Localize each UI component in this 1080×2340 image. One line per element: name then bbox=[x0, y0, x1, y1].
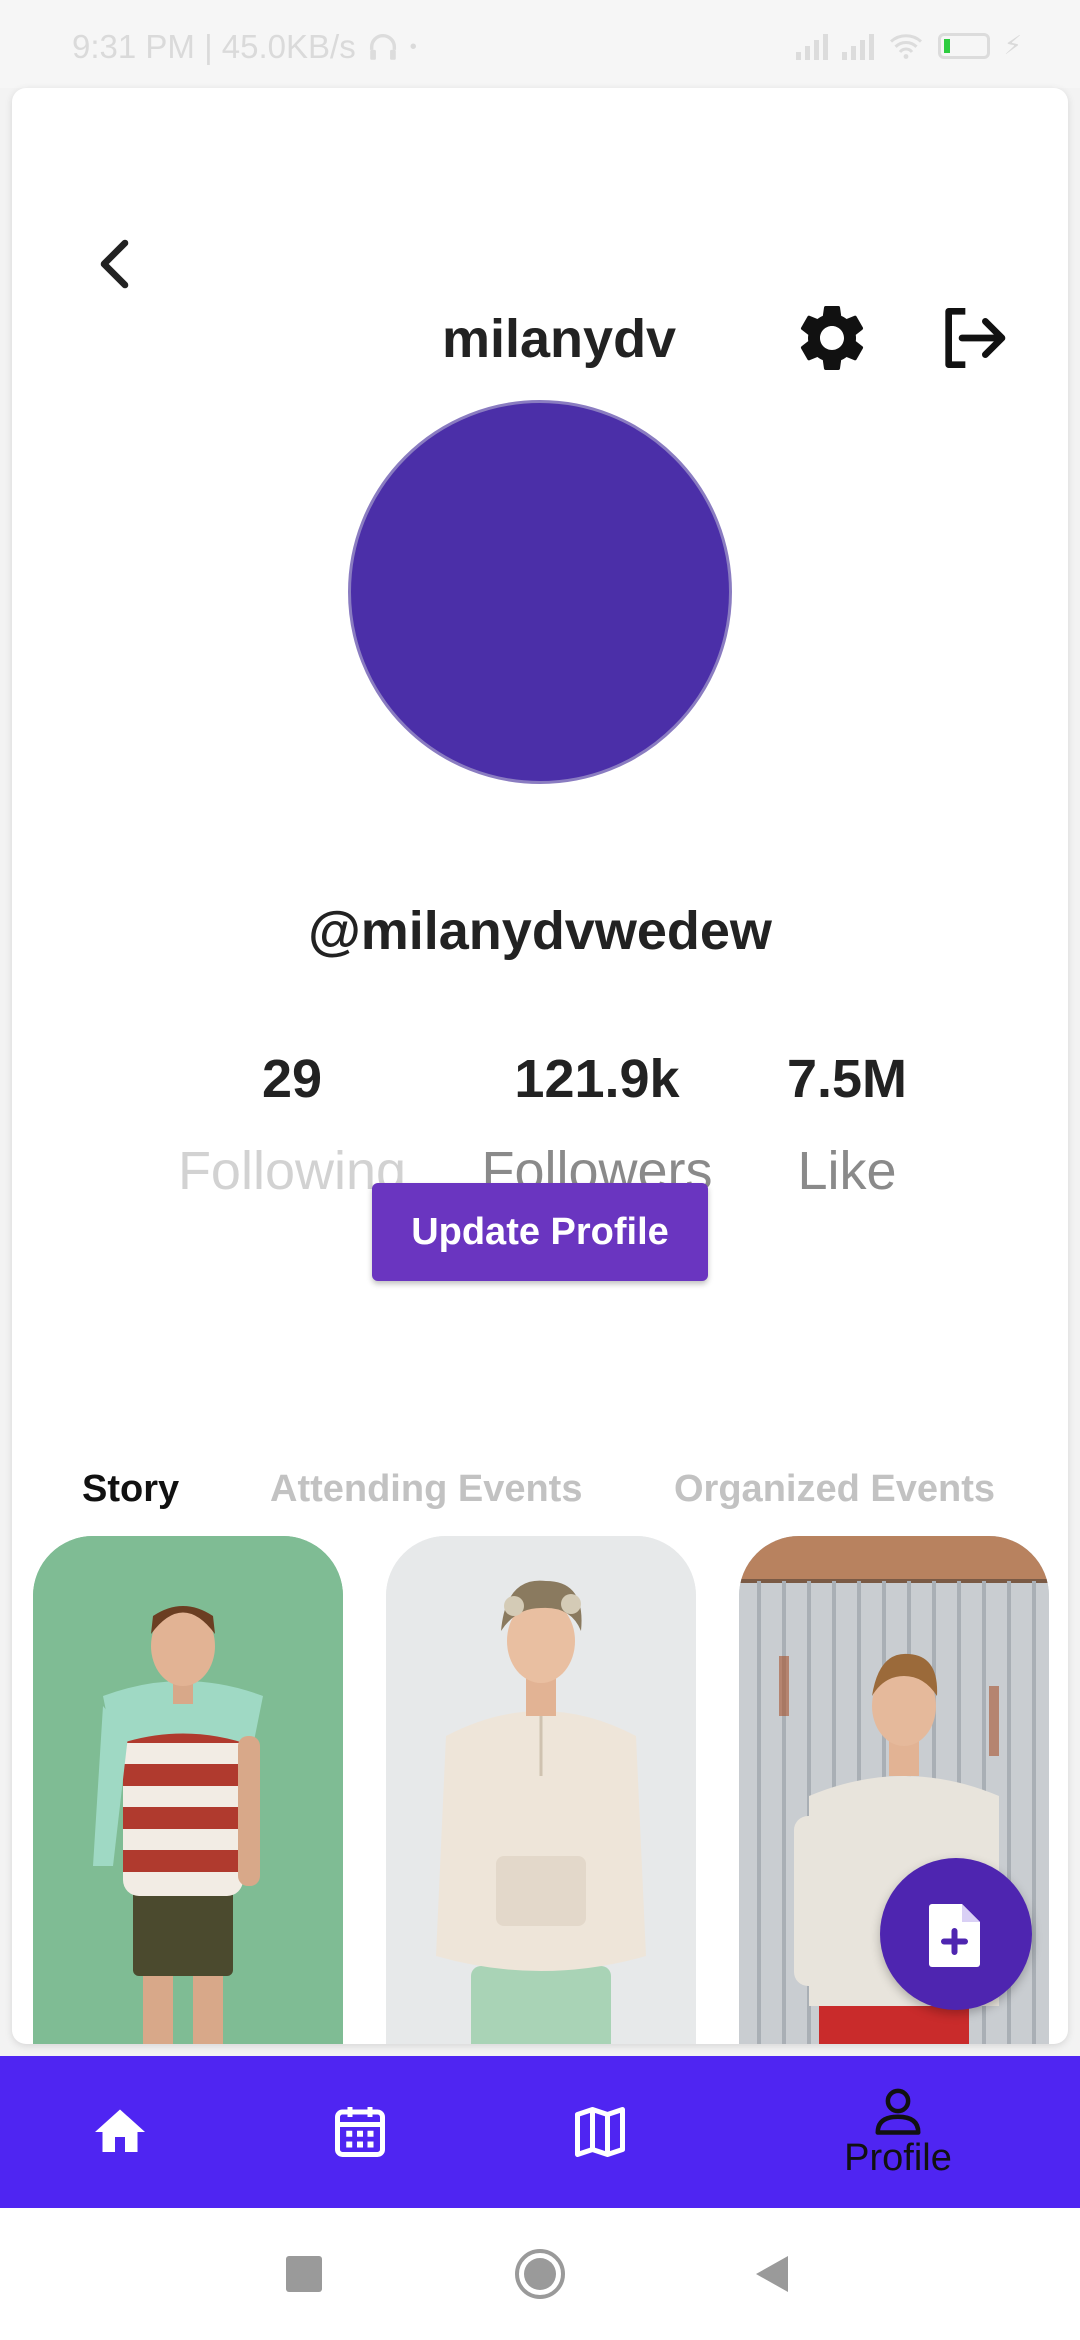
calendar-icon bbox=[335, 2107, 385, 2157]
nav-profile[interactable]: Profile bbox=[798, 2056, 998, 2208]
nav-map[interactable] bbox=[500, 2056, 700, 2208]
logout-button[interactable] bbox=[930, 298, 1014, 378]
recents-button[interactable] bbox=[286, 2246, 322, 2302]
like-count: 7.5M bbox=[786, 1049, 908, 1109]
stat-like[interactable]: 7.5M Like bbox=[772, 1048, 922, 1202]
home-system-button[interactable] bbox=[514, 2246, 566, 2302]
profile-handle: @milanydvwedew bbox=[308, 901, 772, 961]
logout-icon bbox=[945, 308, 1006, 368]
back-system-button[interactable] bbox=[752, 2246, 792, 2302]
profile-card: milanydv @milanydvwedew 29 Following 121… bbox=[12, 88, 1068, 2044]
status-dot: • bbox=[409, 35, 417, 58]
story-person-striped-shirt[interactable] bbox=[33, 1536, 343, 2044]
signal-icon bbox=[795, 32, 828, 60]
status-time-speed: 9:31 PM | 45.0KB/s bbox=[72, 28, 356, 65]
wifi-icon bbox=[889, 33, 922, 59]
status-left: 9:31 PM | 45.0KB/s • bbox=[72, 28, 417, 66]
following-count: 29 bbox=[261, 1049, 323, 1109]
story-image bbox=[33, 1536, 343, 2044]
add-event-fab[interactable] bbox=[880, 1858, 1032, 2010]
nav-calendar[interactable] bbox=[260, 2056, 460, 2208]
profile-icon bbox=[875, 2088, 921, 2135]
home-icon bbox=[95, 2109, 145, 2152]
back-button[interactable] bbox=[80, 228, 152, 300]
add-file-icon bbox=[929, 1904, 980, 1967]
bottom-navigation: Profile bbox=[0, 2056, 1080, 2208]
map-icon bbox=[575, 2107, 625, 2157]
status-bar: 9:31 PM | 45.0KB/s • ⚡ bbox=[0, 0, 1080, 88]
battery-icon bbox=[937, 32, 990, 59]
gear-icon bbox=[800, 305, 864, 370]
stat-followers[interactable]: 121.9k Followers bbox=[472, 1048, 722, 1202]
chevron-left-icon bbox=[100, 239, 129, 289]
story-image bbox=[386, 1536, 696, 2044]
tab-organized-events[interactable]: Organized Events bbox=[674, 1468, 995, 1511]
status-right: ⚡ bbox=[795, 30, 1022, 61]
nav-profile-label: Profile bbox=[844, 2136, 952, 2179]
headphones-icon bbox=[369, 34, 396, 60]
settings-button[interactable] bbox=[792, 298, 872, 378]
tab-story[interactable]: Story bbox=[82, 1468, 179, 1511]
signal-icon-2 bbox=[841, 32, 874, 60]
update-profile-button[interactable]: Update Profile bbox=[372, 1183, 708, 1281]
followers-count: 121.9k bbox=[514, 1049, 680, 1109]
like-label: Like bbox=[797, 1141, 897, 1201]
page-title: milanydv bbox=[442, 309, 677, 369]
tab-attending-events[interactable]: Attending Events bbox=[270, 1468, 582, 1511]
nav-home[interactable] bbox=[20, 2056, 220, 2208]
story-person-beige-sweater[interactable] bbox=[386, 1536, 696, 2044]
avatar[interactable] bbox=[348, 400, 732, 784]
system-navigation bbox=[0, 2208, 1080, 2340]
stat-following[interactable]: 29 Following bbox=[172, 1048, 412, 1202]
charging-icon: ⚡ bbox=[1003, 30, 1022, 60]
